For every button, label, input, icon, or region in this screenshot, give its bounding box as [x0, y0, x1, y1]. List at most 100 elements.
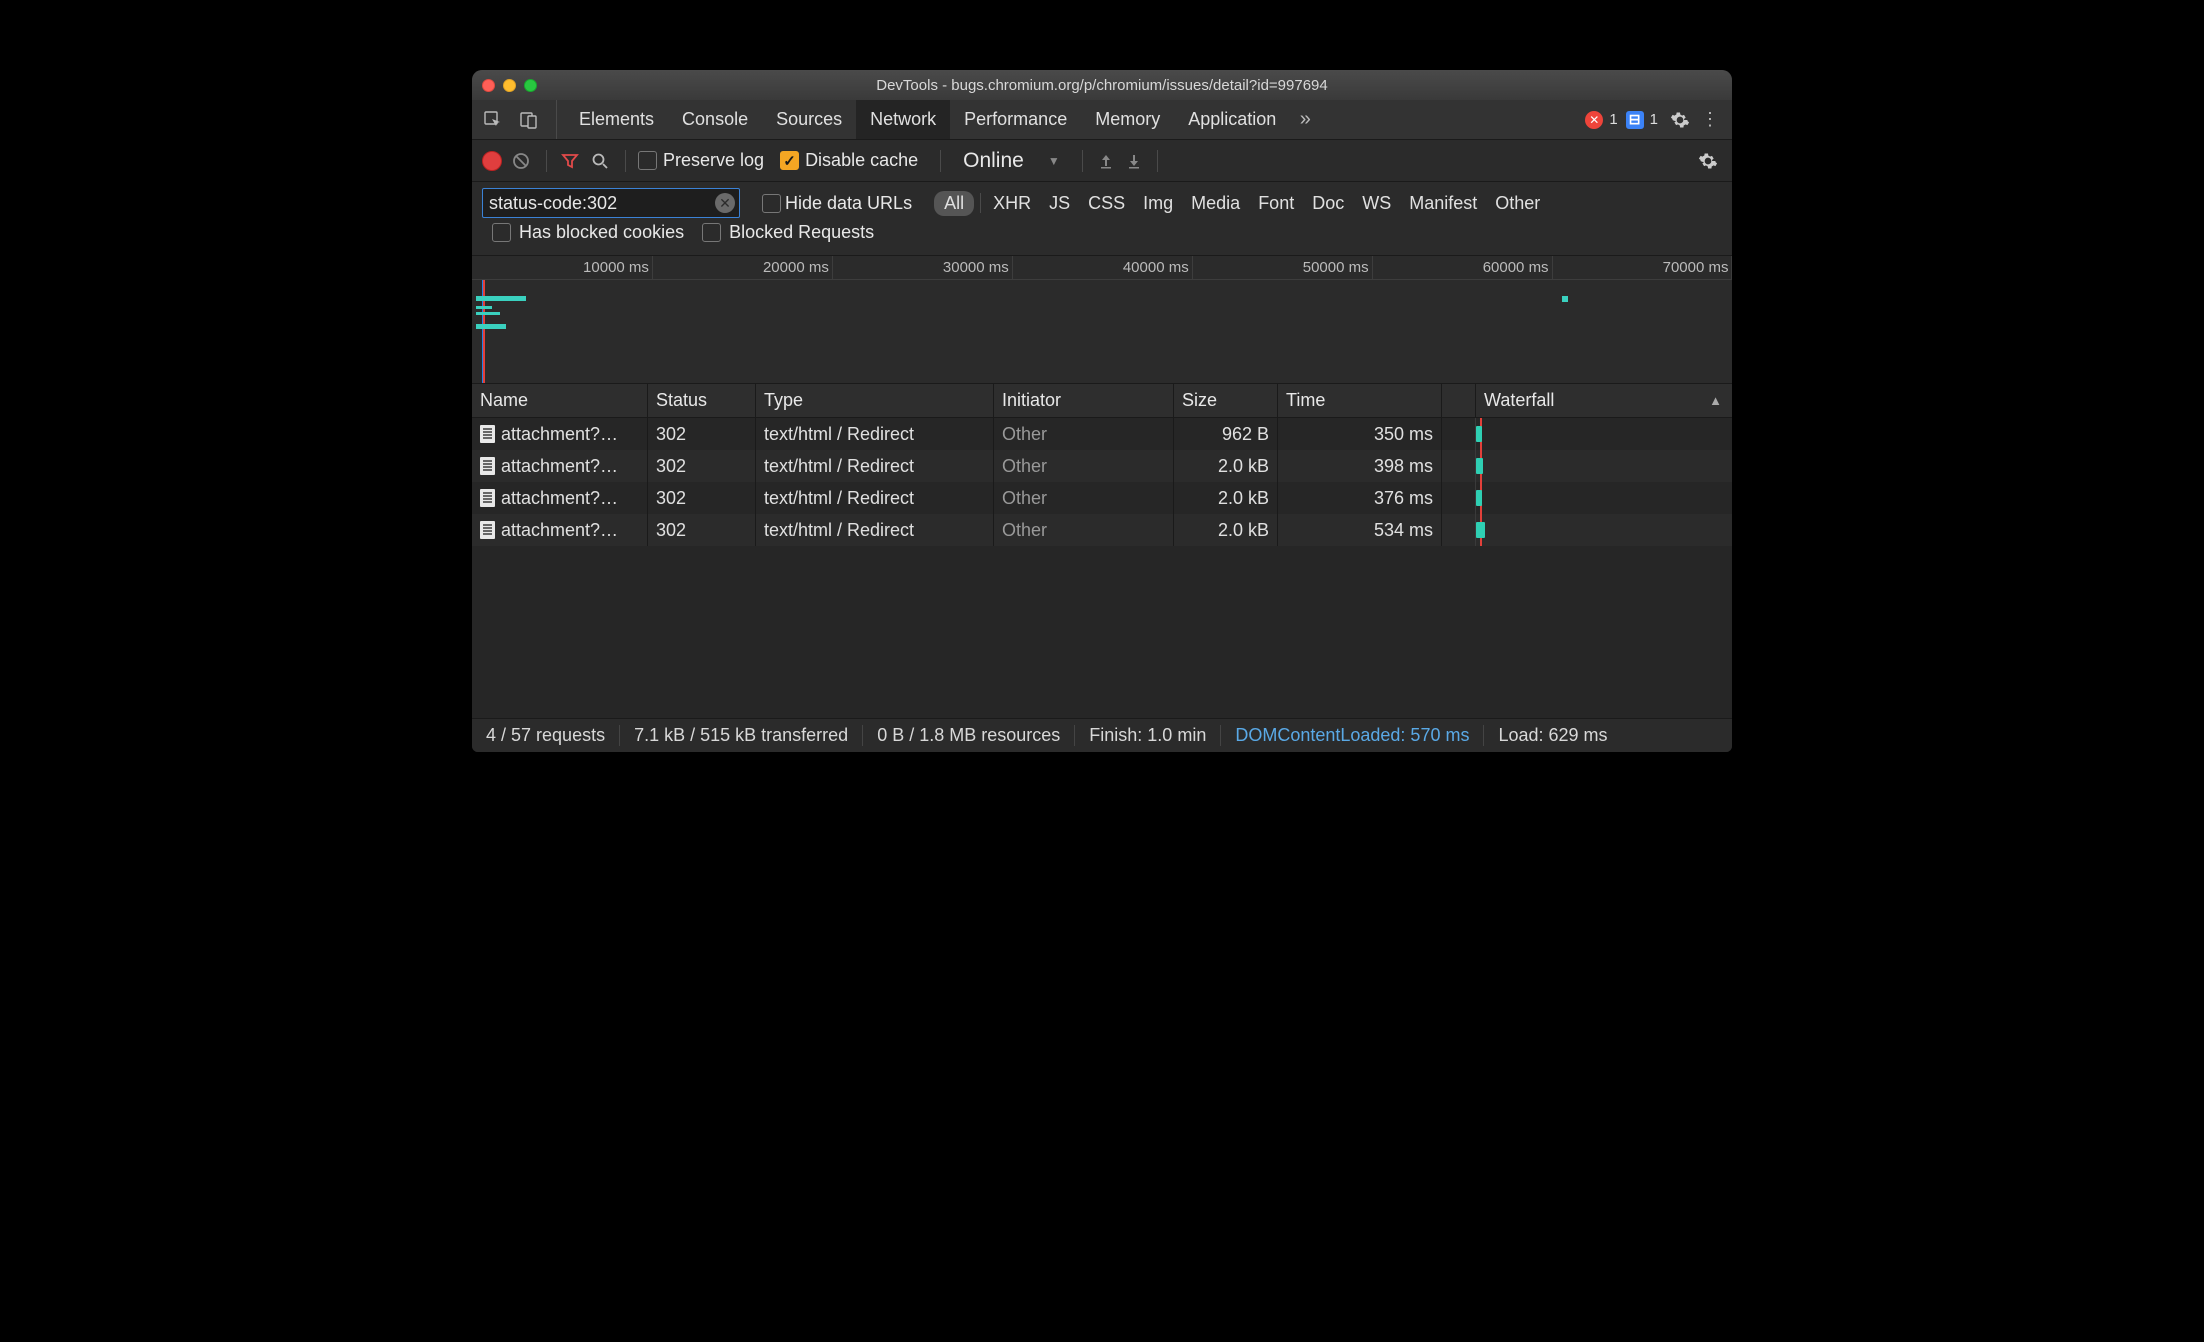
document-icon: [480, 521, 495, 539]
network-settings-gear-icon[interactable]: [1694, 147, 1722, 175]
column-header-time[interactable]: Time: [1278, 384, 1442, 417]
cell-wf-gutter: [1442, 418, 1476, 450]
table-row[interactable]: attachment?…302text/html / RedirectOther…: [472, 482, 1732, 514]
type-filter-media[interactable]: Media: [1185, 191, 1246, 216]
throttling-select[interactable]: Online ▼: [953, 149, 1070, 173]
cell-name: attachment?…: [472, 514, 648, 546]
type-filter-img[interactable]: Img: [1137, 191, 1179, 216]
type-filter-other[interactable]: Other: [1489, 191, 1546, 216]
column-header-name[interactable]: Name: [472, 384, 648, 417]
overview-tick: 40000 ms: [1192, 256, 1193, 279]
clear-filter-icon[interactable]: ✕: [715, 193, 735, 213]
column-header-type[interactable]: Type: [756, 384, 994, 417]
overview-tick-label: 50000 ms: [1303, 259, 1373, 276]
minimize-window-button[interactable]: [503, 79, 516, 92]
panel-tabs-row: ElementsConsoleSourcesNetworkPerformance…: [472, 100, 1732, 140]
download-har-icon[interactable]: [1123, 153, 1145, 169]
column-header-size[interactable]: Size: [1174, 384, 1278, 417]
close-window-button[interactable]: [482, 79, 495, 92]
panel-tab-elements[interactable]: Elements: [565, 100, 668, 139]
cell-status: 302: [648, 418, 756, 450]
panel-tab-application[interactable]: Application: [1174, 100, 1290, 139]
request-name: attachment?…: [501, 424, 618, 445]
toolbar-divider: [625, 150, 626, 172]
timeline-overview[interactable]: 10000 ms20000 ms30000 ms40000 ms50000 ms…: [472, 256, 1732, 384]
type-filter-js[interactable]: JS: [1043, 191, 1076, 216]
cell-name: attachment?…: [472, 418, 648, 450]
table-row[interactable]: attachment?…302text/html / RedirectOther…: [472, 450, 1732, 482]
filter-input-container: ✕: [482, 188, 740, 218]
type-filter-all[interactable]: All: [934, 191, 974, 216]
errors-count[interactable]: 1: [1607, 111, 1621, 128]
window-titlebar: DevTools - bugs.chromium.org/p/chromium/…: [472, 70, 1732, 100]
hide-data-urls-checkbox[interactable]: [762, 194, 781, 213]
tabs-overflow-button[interactable]: »: [1290, 100, 1320, 139]
issues-badge-icon[interactable]: ⊟: [1626, 111, 1644, 129]
clear-button[interactable]: [508, 151, 534, 171]
table-row[interactable]: attachment?…302text/html / RedirectOther…: [472, 514, 1732, 546]
status-load: Load: 629 ms: [1484, 725, 1621, 746]
filter-input[interactable]: [489, 193, 711, 214]
panel-tab-memory[interactable]: Memory: [1081, 100, 1174, 139]
panel-tab-network[interactable]: Network: [856, 100, 950, 139]
column-header-status[interactable]: Status: [648, 384, 756, 417]
cell-status: 302: [648, 482, 756, 514]
status-bar: 4 / 57 requests 7.1 kB / 515 kB transfer…: [472, 718, 1732, 752]
blocked-requests-checkbox[interactable]: [702, 223, 721, 242]
waterfall-bar: [1476, 522, 1485, 538]
inspect-element-icon[interactable]: [478, 105, 508, 135]
record-button[interactable]: [482, 151, 502, 171]
cell-name: attachment?…: [472, 450, 648, 482]
blocked-cookies-checkbox[interactable]: [492, 223, 511, 242]
issues-count[interactable]: 1: [1648, 111, 1662, 128]
grid-body: attachment?…302text/html / RedirectOther…: [472, 418, 1732, 718]
cell-waterfall: [1476, 514, 1730, 546]
upload-har-icon[interactable]: [1095, 153, 1117, 169]
settings-gear-icon[interactable]: [1666, 106, 1694, 134]
panel-tab-console[interactable]: Console: [668, 100, 762, 139]
cell-type: text/html / Redirect: [756, 418, 994, 450]
disable-cache-checkbox[interactable]: [780, 151, 799, 170]
network-toolbar: Preserve log Disable cache Online ▼: [472, 140, 1732, 182]
device-toolbar-icon[interactable]: [514, 105, 544, 135]
zoom-window-button[interactable]: [524, 79, 537, 92]
status-requests: 4 / 57 requests: [486, 725, 620, 746]
cell-time: 376 ms: [1278, 482, 1442, 514]
search-icon[interactable]: [587, 152, 613, 170]
type-filter-ws[interactable]: WS: [1356, 191, 1397, 216]
more-menu-icon[interactable]: ⋮: [1698, 109, 1722, 130]
table-row[interactable]: attachment?…302text/html / RedirectOther…: [472, 418, 1732, 450]
cell-waterfall: [1476, 482, 1730, 514]
panel-tab-performance[interactable]: Performance: [950, 100, 1081, 139]
preserve-log-checkbox[interactable]: [638, 151, 657, 170]
panel-tabs: ElementsConsoleSourcesNetworkPerformance…: [565, 100, 1290, 139]
overview-graph: [472, 280, 1732, 383]
toolbar-divider: [546, 150, 547, 172]
type-filter-doc[interactable]: Doc: [1306, 191, 1350, 216]
cell-initiator: Other: [994, 450, 1174, 482]
filter-bar: ✕ Hide data URLs AllXHRJSCSSImgMediaFont…: [472, 182, 1732, 256]
cell-waterfall: [1476, 450, 1730, 482]
type-filter-font[interactable]: Font: [1252, 191, 1300, 216]
requests-grid: NameStatusTypeInitiatorSizeTime Waterfall…: [472, 384, 1732, 718]
column-header-waterfall[interactable]: Waterfall▲: [1476, 384, 1730, 417]
overview-tick-label: 70000 ms: [1663, 259, 1732, 276]
status-finish: Finish: 1.0 min: [1075, 725, 1221, 746]
type-filter-css[interactable]: CSS: [1082, 191, 1131, 216]
type-filter-xhr[interactable]: XHR: [987, 191, 1037, 216]
toolbar-divider: [1082, 150, 1083, 172]
cell-time: 398 ms: [1278, 450, 1442, 482]
overview-bar: [1562, 296, 1568, 302]
filter-funnel-icon[interactable]: [559, 152, 581, 170]
cell-type: text/html / Redirect: [756, 482, 994, 514]
type-filter-manifest[interactable]: Manifest: [1403, 191, 1483, 216]
preserve-log-label: Preserve log: [663, 150, 764, 171]
overview-tick: 20000 ms: [832, 256, 833, 279]
toolbar-divider: [1157, 150, 1158, 172]
cell-status: 302: [648, 514, 756, 546]
overview-tick-label: 10000 ms: [583, 259, 653, 276]
error-badge-icon[interactable]: ✕: [1585, 111, 1603, 129]
panel-tab-sources[interactable]: Sources: [762, 100, 856, 139]
column-header-initiator[interactable]: Initiator: [994, 384, 1174, 417]
chip-divider: [980, 193, 981, 213]
